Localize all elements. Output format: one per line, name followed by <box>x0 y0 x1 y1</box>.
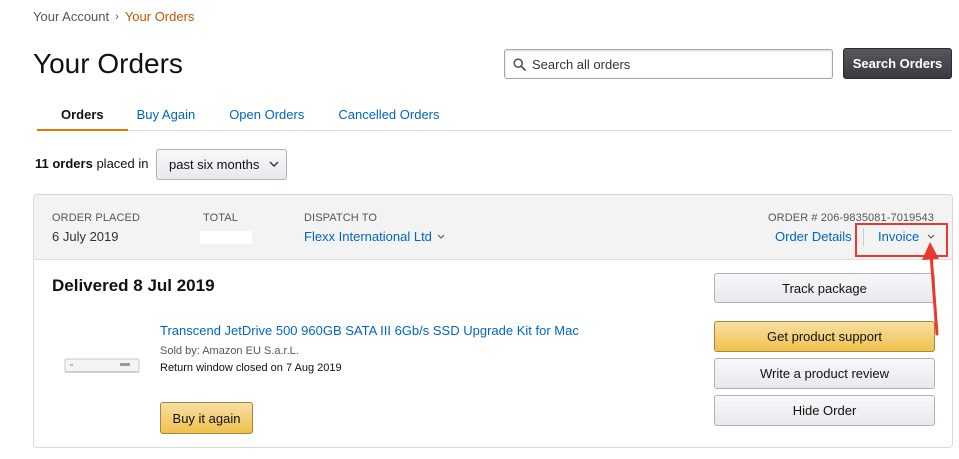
dispatch-to-link[interactable]: Flexx International Ltd <box>304 229 445 244</box>
order-tabs: Orders Buy Again Open Orders Cancelled O… <box>37 99 952 131</box>
period-select[interactable]: past six months <box>156 149 287 180</box>
order-placed-label: ORDER PLACED <box>52 212 140 224</box>
delivery-status: Delivered 8 Jul 2019 <box>52 276 215 295</box>
breadcrumb-separator: › <box>115 10 119 23</box>
order-placed-value: 6 July 2019 <box>52 229 119 244</box>
sold-by: Sold by: Amazon EU S.a.r.L. <box>160 345 299 357</box>
chevron-down-icon <box>269 159 279 170</box>
search-box[interactable] <box>504 49 833 79</box>
track-package-button[interactable]: Track package <box>714 273 935 303</box>
return-window: Return window closed on 7 Aug 2019 <box>160 362 342 374</box>
product-title-link[interactable]: Transcend JetDrive 500 960GB SATA III 6G… <box>160 323 579 338</box>
search-orders-button[interactable]: Search Orders <box>843 48 952 79</box>
order-count-text: 11 orders placed in <box>35 156 149 171</box>
tab-orders[interactable]: Orders <box>37 99 128 131</box>
write-review-button[interactable]: Write a product review <box>714 358 935 389</box>
tab-cancelled-orders[interactable]: Cancelled Orders <box>338 99 439 131</box>
breadcrumb-current: Your Orders <box>124 9 195 24</box>
dispatch-to-value: Flexx International Ltd <box>304 229 432 244</box>
chevron-down-icon <box>437 234 445 239</box>
get-product-support-button[interactable]: Get product support <box>714 321 935 352</box>
page-title: Your Orders <box>33 48 183 79</box>
tab-open-orders[interactable]: Open Orders <box>229 99 304 131</box>
annotation-arrow <box>922 242 939 336</box>
order-count: 11 orders <box>35 156 93 171</box>
order-header: ORDER PLACED 6 July 2019 TOTAL DISPATCH … <box>34 195 952 260</box>
buy-it-again-button[interactable]: Buy it again <box>160 402 253 434</box>
dispatch-to-label: DISPATCH TO <box>304 212 378 224</box>
order-count-suffix: placed in <box>96 156 149 171</box>
order-details-link[interactable]: Order Details <box>775 229 852 244</box>
breadcrumb-your-account[interactable]: Your Account <box>33 9 109 24</box>
order-card: ORDER PLACED 6 July 2019 TOTAL DISPATCH … <box>33 194 953 448</box>
period-select-value: past six months <box>169 157 260 172</box>
search-input[interactable] <box>532 56 822 72</box>
search-icon <box>513 57 526 71</box>
hide-order-button[interactable]: Hide Order <box>714 395 935 426</box>
total-value-redacted <box>200 231 252 244</box>
total-label: TOTAL <box>203 212 238 224</box>
product-image[interactable] <box>64 355 140 377</box>
breadcrumb: Your Account › Your Orders <box>33 9 194 24</box>
tab-buy-again[interactable]: Buy Again <box>137 99 196 131</box>
